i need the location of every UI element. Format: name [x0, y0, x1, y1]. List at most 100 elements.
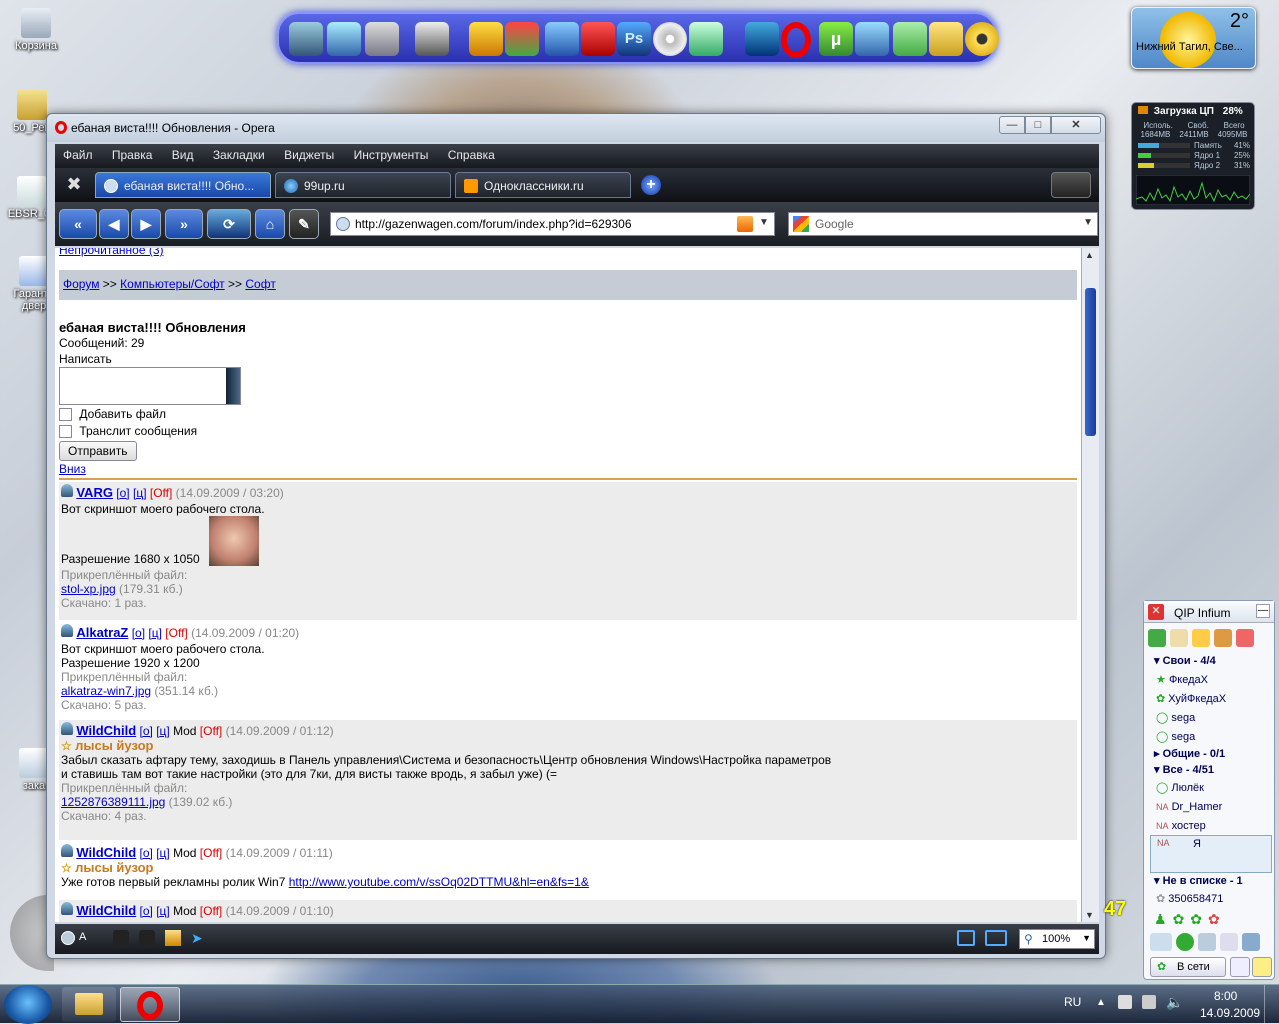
fast-forward-button[interactable]: » — [165, 209, 203, 239]
zoom-control[interactable]: ⚲ 100% ▼ — [1019, 929, 1095, 949]
post-c-link[interactable]: [ц] — [133, 486, 147, 500]
qip-group-own[interactable]: ▾ Свои - 4/4 — [1154, 653, 1216, 669]
menu-tools[interactable]: Инструменты — [346, 144, 437, 166]
attach-icon[interactable] — [1230, 957, 1250, 977]
files-icon[interactable] — [1214, 629, 1232, 647]
disc-icon[interactable] — [653, 22, 687, 56]
qip-contact-selected[interactable]: NA Я — [1150, 835, 1272, 873]
clock-date[interactable]: 14.09.2009 — [1200, 1006, 1260, 1020]
post-c-link[interactable]: [ц] — [156, 846, 170, 860]
tray-power-icon[interactable] — [1142, 995, 1156, 1009]
maximize-button[interactable]: □ — [1025, 116, 1051, 134]
scroll-down-icon[interactable]: ▼ — [1085, 910, 1094, 920]
cpu-meter-gadget[interactable]: Загрузка ЦП 28% Исполь. Своб. Всего 1684… — [1131, 102, 1255, 210]
address-dropdown-icon[interactable]: ▼ — [759, 217, 769, 228]
tab-forum[interactable]: ебаная виста!!!! Обно... — [95, 172, 271, 198]
language-indicator[interactable]: RU — [1064, 995, 1081, 1009]
ie-icon[interactable] — [289, 22, 323, 56]
opera-unite-icon[interactable] — [61, 931, 75, 945]
post-nick[interactable]: AlkatraZ — [76, 625, 128, 640]
translit-checkbox-row[interactable]: Транслит сообщения — [59, 424, 197, 439]
calendar-icon[interactable] — [1236, 629, 1254, 647]
contacts-icon[interactable] — [1148, 629, 1166, 647]
breadcrumb-subcategory[interactable]: Софт — [245, 277, 275, 291]
flag-icon[interactable] — [505, 22, 539, 56]
sound-icon[interactable] — [1192, 629, 1210, 647]
post-nick[interactable]: VARG — [76, 485, 113, 500]
fit-width-icon[interactable] — [957, 930, 975, 946]
youtube-link[interactable]: http://www.youtube.com/v/ssOq02DTTMU&hl=… — [289, 875, 589, 889]
qip-contact[interactable]: ◯ sega — [1156, 728, 1195, 746]
utorrent-icon[interactable]: µ — [819, 22, 853, 56]
page-scrollbar[interactable]: ▲ ▼ — [1081, 248, 1099, 922]
equalizer-icon[interactable] — [745, 22, 779, 56]
photoshop-icon[interactable]: Ps — [617, 22, 651, 56]
title-bar[interactable]: ебаная виста!!!! Обновления - Opera — □ … — [47, 114, 1105, 142]
minimize-button[interactable]: — — [999, 116, 1025, 134]
breadcrumb-category[interactable]: Компьютеры/Софт — [120, 277, 225, 291]
post-nick[interactable]: WildChild — [76, 845, 136, 860]
new-tab-icon[interactable]: + — [641, 175, 661, 195]
post-nick[interactable]: WildChild — [76, 903, 136, 918]
qip-contact[interactable]: ✿ ХуйФкедаХ — [1156, 690, 1226, 708]
menu-bookmarks[interactable]: Закладки — [205, 144, 273, 166]
translit-checkbox[interactable] — [59, 425, 72, 439]
webmoney-icon[interactable] — [469, 22, 503, 56]
forward-button[interactable]: ▶ — [131, 209, 161, 239]
qip-screen-icon[interactable] — [1242, 933, 1260, 951]
desktop-icon-recycle-bin[interactable]: Корзина — [6, 8, 66, 52]
clock-time[interactable]: 8:00 — [1214, 989, 1237, 1003]
post-c-link[interactable]: [ц] — [156, 904, 170, 918]
qip-titlebar[interactable]: ✕ QIP Infium — — [1144, 601, 1274, 623]
status-lang[interactable]: A — [79, 931, 86, 943]
protocol-icon[interactable]: ♟ — [1154, 911, 1167, 928]
view-toggle-icon[interactable] — [985, 930, 1007, 946]
tab-99up[interactable]: 99up.ru — [275, 172, 451, 198]
qip-status-button[interactable]: ✿ В сети — [1150, 957, 1226, 977]
post-o-link[interactable]: [о] — [132, 626, 145, 640]
attachment-link[interactable]: stol-xp.jpg — [61, 582, 116, 596]
qip-edit-icon[interactable] — [1220, 933, 1238, 951]
menu-view[interactable]: Вид — [164, 144, 202, 166]
menu-edit[interactable]: Правка — [104, 144, 161, 166]
qip-nav-icon[interactable] — [1150, 933, 1172, 951]
scroll-thumb[interactable] — [1085, 288, 1096, 436]
post-c-link[interactable]: [ц] — [156, 724, 170, 738]
home-button[interactable]: ⌂ — [255, 209, 285, 239]
qip-contact[interactable]: ◯ sega — [1156, 709, 1195, 727]
search-field[interactable]: Google ▼ — [788, 212, 1098, 236]
start-button[interactable] — [4, 985, 52, 1024]
qip-group-common[interactable]: ▸ Общие - 0/1 — [1154, 746, 1225, 762]
edit-button[interactable]: ✎ — [289, 209, 319, 239]
message-textarea[interactable] — [59, 367, 241, 405]
scroll-up-icon[interactable]: ▲ — [1085, 250, 1094, 260]
search-dropdown-icon[interactable]: ▼ — [1083, 217, 1093, 228]
bell-icon[interactable] — [1252, 957, 1272, 977]
add-file-checkbox[interactable] — [59, 408, 72, 422]
qip-group-all[interactable]: ▾ Все - 4/51 — [1154, 762, 1214, 778]
icq-icon[interactable]: ✿ — [1173, 911, 1185, 928]
tray-volume-icon[interactable]: 🔈 — [1166, 994, 1183, 1011]
pdf-icon[interactable] — [581, 22, 615, 56]
taskbar-explorer[interactable] — [62, 987, 116, 1022]
icq-icon[interactable]: ✿ — [1190, 911, 1202, 928]
spy-icon[interactable] — [113, 930, 129, 946]
post-o-link[interactable]: [о] — [140, 846, 153, 860]
qip-contact[interactable]: ✿ 350658471 — [1156, 890, 1223, 908]
sync-icon[interactable] — [689, 22, 723, 56]
spy2-icon[interactable] — [139, 930, 155, 946]
address-bar[interactable]: http://gazenwagen.com/forum/index.php?id… — [330, 212, 775, 236]
down-link[interactable]: Вниз — [59, 462, 86, 476]
tray-network-icon[interactable] — [1118, 995, 1132, 1009]
attachment-link[interactable]: 1252876389111.jpg — [61, 795, 165, 809]
icq-away-icon[interactable]: ✿ — [1208, 911, 1220, 928]
show-desktop-button[interactable] — [1264, 985, 1279, 1024]
tab-odnoklassniki[interactable]: Одноклассники.ru — [455, 172, 631, 198]
drinks-icon[interactable] — [893, 22, 927, 56]
book-icon[interactable] — [545, 22, 579, 56]
qip-contact[interactable]: ◯ Люлёк — [1156, 779, 1204, 797]
unread-link[interactable]: Непрочитанное (3) — [59, 248, 164, 257]
notes-icon[interactable] — [929, 22, 963, 56]
webcam-icon[interactable] — [965, 22, 999, 56]
post-o-link[interactable]: [о] — [140, 904, 153, 918]
